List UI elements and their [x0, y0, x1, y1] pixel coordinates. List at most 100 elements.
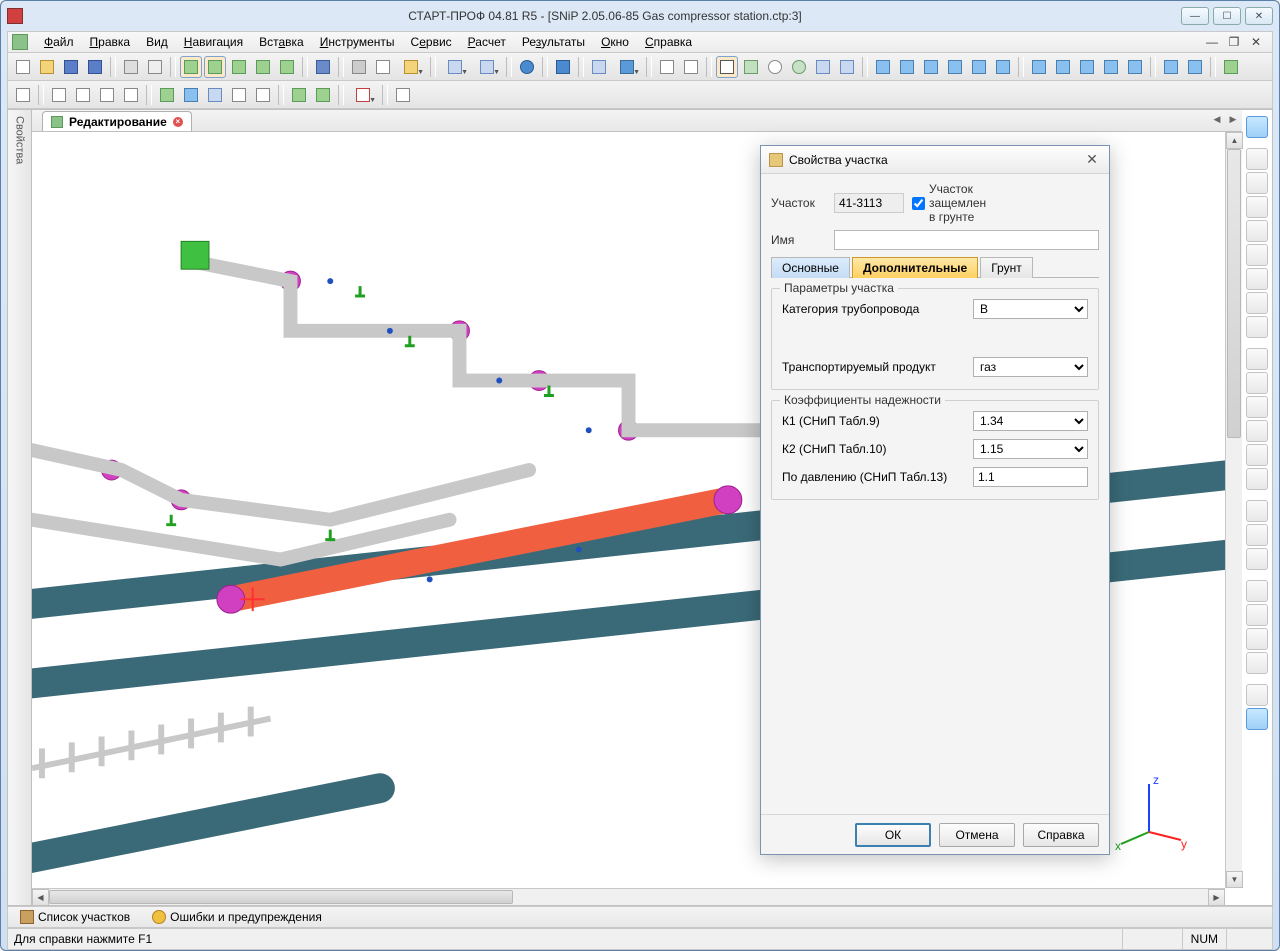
menu-view[interactable]: Вид: [138, 33, 176, 51]
menu-results[interactable]: Результаты: [514, 33, 593, 51]
view-mode4-button[interactable]: [252, 56, 274, 78]
tab-next-icon[interactable]: ▶: [1226, 112, 1240, 126]
palette-btn-1[interactable]: [1246, 116, 1268, 138]
pointer-button[interactable]: [716, 56, 738, 78]
category-select[interactable]: В: [973, 299, 1088, 319]
palette-btn-21[interactable]: [1246, 628, 1268, 650]
ok-button[interactable]: ОК: [855, 823, 931, 847]
fixed-checkbox-input[interactable]: [912, 197, 925, 210]
palette-btn-7[interactable]: [1246, 268, 1268, 290]
line4-button[interactable]: [120, 84, 142, 106]
palette-btn-10[interactable]: [1246, 348, 1268, 370]
group1-button[interactable]: [288, 84, 310, 106]
view-mode5-button[interactable]: [276, 56, 298, 78]
view-mode1-button[interactable]: [180, 56, 202, 78]
redo-button[interactable]: ▼: [472, 56, 502, 78]
support4-button[interactable]: [944, 56, 966, 78]
dialog-close-button[interactable]: ✕: [1083, 151, 1101, 169]
menu-nav[interactable]: Навигация: [176, 33, 251, 51]
product-select[interactable]: газ: [973, 357, 1088, 377]
copy-button[interactable]: [372, 56, 394, 78]
menu-calc[interactable]: Расчет: [460, 33, 514, 51]
op2-button[interactable]: [180, 84, 202, 106]
cube-view-button[interactable]: ▼: [612, 56, 642, 78]
select-rect-button[interactable]: [656, 56, 678, 78]
palette-btn-4[interactable]: [1246, 196, 1268, 218]
tab-section-list[interactable]: Список участков: [14, 908, 136, 926]
scroll-left-icon[interactable]: ◀: [32, 889, 49, 906]
dialog-titlebar[interactable]: Свойства участка ✕: [761, 146, 1109, 174]
palette-btn-20[interactable]: [1246, 604, 1268, 626]
k1-select[interactable]: 1.34: [973, 411, 1088, 431]
hscroll-thumb[interactable]: [49, 890, 513, 904]
tab-soil[interactable]: Грунт: [980, 257, 1033, 278]
menu-window[interactable]: Окно: [593, 33, 637, 51]
group2-button[interactable]: [312, 84, 334, 106]
palette-btn-11[interactable]: [1246, 372, 1268, 394]
sidebar-properties[interactable]: Свойства: [8, 110, 32, 905]
support5-button[interactable]: [968, 56, 990, 78]
palette-btn-3[interactable]: [1246, 172, 1268, 194]
maximize-button[interactable]: ☐: [1213, 7, 1241, 25]
support12-button[interactable]: [1160, 56, 1182, 78]
help-button[interactable]: [516, 56, 538, 78]
pressure-input[interactable]: [973, 467, 1088, 487]
cancel-button[interactable]: Отмена: [939, 823, 1015, 847]
new-button[interactable]: [12, 56, 34, 78]
3d-button[interactable]: [552, 56, 574, 78]
support2-button[interactable]: [896, 56, 918, 78]
tab-additional[interactable]: Дополнительные: [852, 257, 978, 278]
tab-main[interactable]: Основные: [771, 257, 850, 278]
palette-btn-2[interactable]: [1246, 148, 1268, 170]
print-button[interactable]: [120, 56, 142, 78]
palette-btn-15[interactable]: [1246, 468, 1268, 490]
extra-button[interactable]: [392, 84, 414, 106]
line3-button[interactable]: [96, 84, 118, 106]
open-button[interactable]: [36, 56, 58, 78]
paste-button[interactable]: ▼: [396, 56, 426, 78]
k2-select[interactable]: 1.15: [973, 439, 1088, 459]
support1-button[interactable]: [872, 56, 894, 78]
horizontal-scrollbar[interactable]: ◀ ▶: [32, 888, 1225, 905]
line2-button[interactable]: [72, 84, 94, 106]
palette-btn-16[interactable]: [1246, 500, 1268, 522]
select-frame-button[interactable]: [680, 56, 702, 78]
calculator-button[interactable]: [312, 56, 334, 78]
support9-button[interactable]: [1076, 56, 1098, 78]
save-button[interactable]: [60, 56, 82, 78]
op3-button[interactable]: [228, 84, 250, 106]
op1-button[interactable]: [156, 84, 178, 106]
view-mode2-button[interactable]: [204, 56, 226, 78]
scroll-down-icon[interactable]: ▼: [1226, 871, 1243, 888]
palette-btn-8[interactable]: [1246, 292, 1268, 314]
palette-btn-9[interactable]: [1246, 316, 1268, 338]
palette-btn-6[interactable]: [1246, 244, 1268, 266]
titlebar[interactable]: СТАРТ-ПРОФ 04.81 R5 - [SNiP 2.05.06-85 G…: [1, 1, 1279, 31]
support11-button[interactable]: [1124, 56, 1146, 78]
vertical-scrollbar[interactable]: ▲ ▼: [1225, 132, 1242, 888]
find-button[interactable]: [588, 56, 610, 78]
palette-btn-12[interactable]: [1246, 396, 1268, 418]
vscroll-thumb[interactable]: [1227, 149, 1241, 438]
menu-edit[interactable]: Правка: [82, 33, 139, 51]
zoom-fit-button[interactable]: [836, 56, 858, 78]
support6-button[interactable]: [992, 56, 1014, 78]
dialog-help-button[interactable]: Справка: [1023, 823, 1099, 847]
tab-errors[interactable]: Ошибки и предупреждения: [146, 908, 328, 926]
scroll-right-icon[interactable]: ▶: [1208, 889, 1225, 906]
menu-insert[interactable]: Вставка: [251, 33, 312, 51]
zoom-button[interactable]: [764, 56, 786, 78]
menu-tools[interactable]: Инструменты: [312, 33, 403, 51]
delete-button[interactable]: ▼: [348, 84, 378, 106]
export-button[interactable]: [1220, 56, 1242, 78]
orbit-button[interactable]: [788, 56, 810, 78]
edit1-button[interactable]: [12, 84, 34, 106]
palette-btn-24[interactable]: [1246, 708, 1268, 730]
palette-btn-23[interactable]: [1246, 684, 1268, 706]
support10-button[interactable]: [1100, 56, 1122, 78]
scroll-up-icon[interactable]: ▲: [1226, 132, 1243, 149]
minimize-button[interactable]: —: [1181, 7, 1209, 25]
mdi-restore-button[interactable]: ❐: [1226, 35, 1242, 49]
doc-tab-close-icon[interactable]: ×: [173, 117, 183, 127]
support13-button[interactable]: [1184, 56, 1206, 78]
